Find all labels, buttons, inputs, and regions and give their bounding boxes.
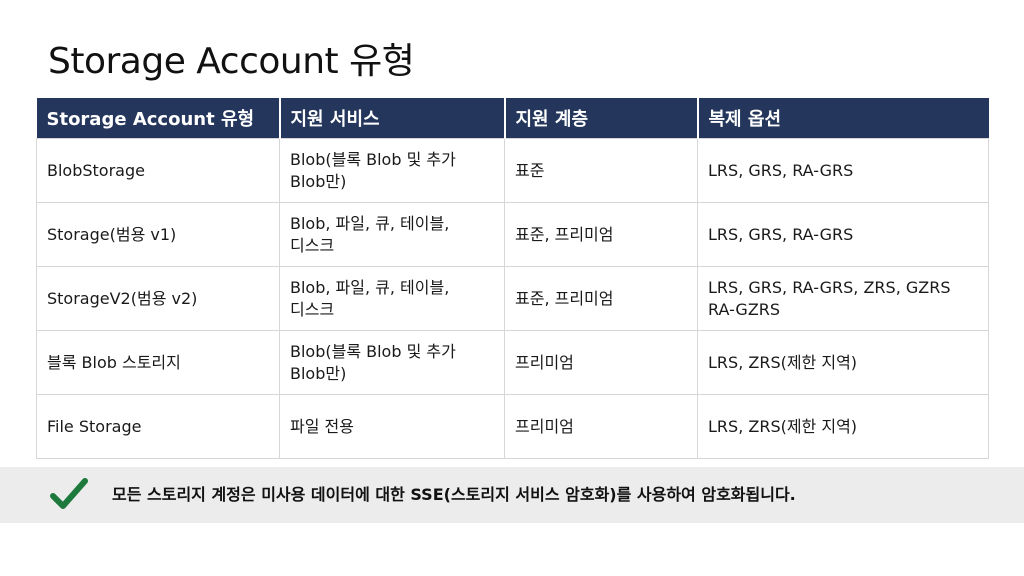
table-row: BlobStorage Blob(블록 Blob 및 추가 Blob만) 표준 L…: [36, 138, 989, 203]
table-header-row: Storage Account 유형 지원 서비스 지원 계층 복제 옵션: [36, 98, 989, 139]
cell-tiers: 표준, 프리미엄: [504, 202, 698, 267]
encryption-note-text: 모든 스토리지 계정은 미사용 데이터에 대한 SSE(스토리지 서비스 암호화…: [112, 485, 796, 504]
cell-text-line: Blob(블록 Blob 및 추가: [290, 341, 456, 361]
cell-text-line: Blob(블록 Blob 및 추가: [290, 149, 456, 169]
cell-account-type: Storage(범용 v1): [36, 202, 280, 267]
column-header-account-type: Storage Account 유형: [36, 98, 281, 139]
storage-account-table: Storage Account 유형 지원 서비스 지원 계층 복제 옵션 Bl…: [36, 98, 989, 459]
column-header-tiers: 지원 계층: [504, 98, 699, 139]
cell-replication: LRS, ZRS(제한 지역): [697, 394, 989, 459]
cell-account-type: File Storage: [36, 394, 280, 459]
cell-tiers: 표준: [504, 138, 698, 203]
encryption-note-banner: 모든 스토리지 계정은 미사용 데이터에 대한 SSE(스토리지 서비스 암호화…: [0, 467, 1024, 523]
cell-services: Blob(블록 Blob 및 추가 Blob만): [279, 330, 505, 395]
cell-replication: LRS, ZRS(제한 지역): [697, 330, 989, 395]
cell-text-line: LRS, GRS, RA-GRS: [708, 160, 854, 180]
cell-tiers: 프리미엄: [504, 330, 698, 395]
table-row: File Storage 파일 전용 프리미엄 LRS, ZRS(제한 지역): [36, 394, 989, 459]
table-row: StorageV2(범용 v2) Blob, 파일, 큐, 테이블, 디스크 표준…: [36, 266, 989, 331]
cell-services: Blob, 파일, 큐, 테이블, 디스크: [279, 266, 505, 331]
cell-text-line: 디스크: [290, 235, 335, 255]
cell-text-line: 파일 전용: [290, 416, 354, 436]
slide: Storage Account 유형 Storage Account 유형 지원…: [0, 0, 1024, 576]
cell-account-type: 블록 Blob 스토리지: [36, 330, 280, 395]
column-header-replication: 복제 옵션: [697, 98, 989, 139]
cell-text-line: Blob, 파일, 큐, 테이블,: [290, 213, 450, 233]
cell-text-line: RA-GZRS: [708, 299, 781, 319]
table-row: Storage(범용 v1) Blob, 파일, 큐, 테이블, 디스크 표준, …: [36, 202, 989, 267]
cell-replication: LRS, GRS, RA-GRS: [697, 138, 989, 203]
cell-text-line: LRS, GRS, RA-GRS: [708, 224, 854, 244]
cell-text-line: Blob, 파일, 큐, 테이블,: [290, 277, 450, 297]
cell-text-line: LRS, ZRS(제한 지역): [708, 416, 858, 436]
table-row: 블록 Blob 스토리지 Blob(블록 Blob 및 추가 Blob만) 프리미…: [36, 330, 989, 395]
checkmark-icon: [50, 478, 88, 509]
slide-title: Storage Account 유형: [48, 41, 415, 82]
cell-tiers: 프리미엄: [504, 394, 698, 459]
cell-tiers: 표준, 프리미엄: [504, 266, 698, 331]
cell-account-type: BlobStorage: [36, 138, 280, 203]
column-header-services: 지원 서비스: [279, 98, 506, 139]
cell-text-line: LRS, GRS, RA-GRS, ZRS, GZRS: [708, 277, 951, 297]
cell-text-line: Blob만): [290, 171, 347, 191]
cell-text-line: LRS, ZRS(제한 지역): [708, 352, 858, 372]
cell-account-type: StorageV2(범용 v2): [36, 266, 280, 331]
cell-text-line: 디스크: [290, 299, 335, 319]
cell-services: 파일 전용: [279, 394, 505, 459]
cell-services: Blob, 파일, 큐, 테이블, 디스크: [279, 202, 505, 267]
cell-replication: LRS, GRS, RA-GRS, ZRS, GZRS RA-GZRS: [697, 266, 989, 331]
cell-replication: LRS, GRS, RA-GRS: [697, 202, 989, 267]
cell-text-line: Blob만): [290, 363, 347, 383]
cell-services: Blob(블록 Blob 및 추가 Blob만): [279, 138, 505, 203]
